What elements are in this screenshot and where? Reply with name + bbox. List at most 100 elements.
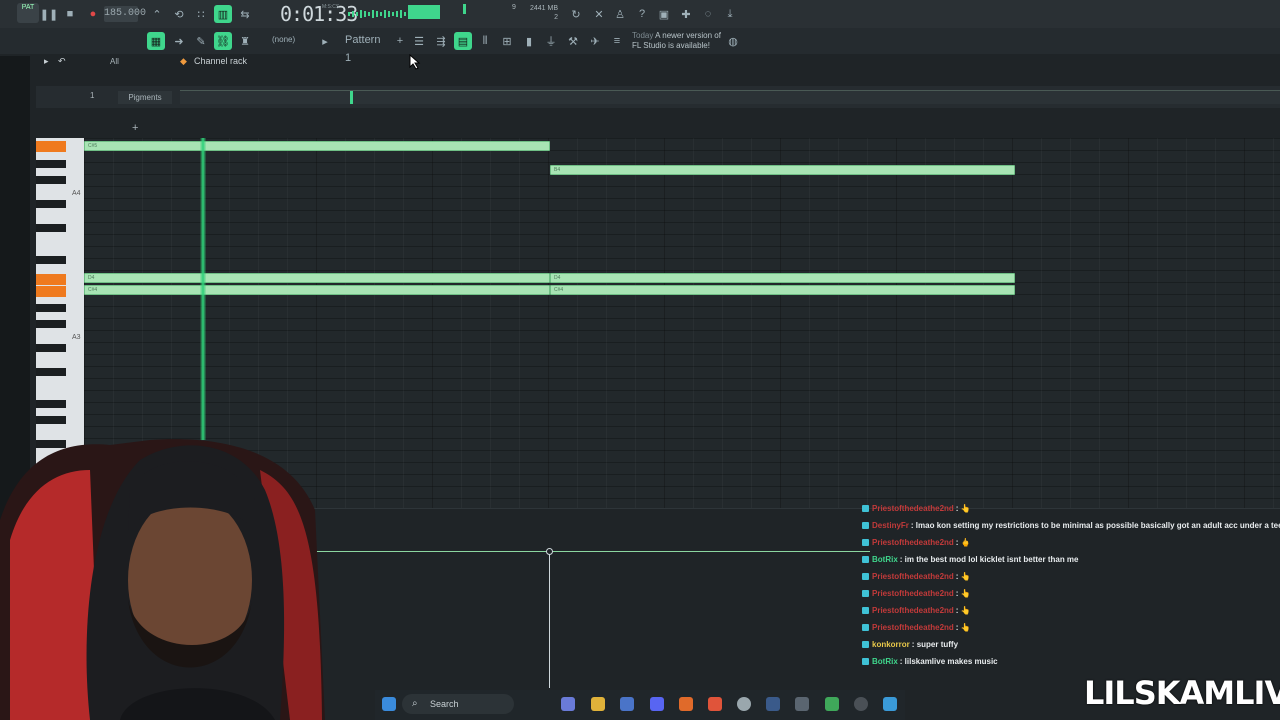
note[interactable]: B4	[550, 165, 1015, 175]
loop-record-icon[interactable]: ⟲	[170, 5, 188, 23]
windows-start-icon[interactable]	[382, 697, 396, 711]
fl-studio-window: PAT ❚❚ ■ ● 185.000 ⌃ ⟲ ∷ ▥ ⇆ 0:01:33 M:S…	[0, 0, 1280, 720]
chat-message: BotRix: lilskamlive makes music	[862, 653, 1280, 670]
browser-icon[interactable]: ⊞	[498, 32, 516, 50]
record-icon[interactable]: ●	[84, 5, 102, 23]
channel-rack-header: ▸ ↶ All ◆ Channel rack	[36, 56, 1280, 72]
speaker-icon: ◆	[180, 56, 187, 66]
metronome-icon[interactable]: ⌃	[148, 5, 166, 23]
layers-icon[interactable]	[825, 697, 839, 711]
chat-message: Priestofthedeathe2nd: 👆	[862, 619, 1280, 636]
chat-message: Priestofthedeathe2nd: 👆	[862, 602, 1280, 619]
play-small-icon[interactable]: ▸	[44, 56, 49, 67]
black-key[interactable]	[36, 320, 66, 328]
plugin-icon[interactable]: ⏚	[542, 32, 560, 50]
note[interactable]: D4	[550, 273, 1015, 283]
undo-icon[interactable]: ↶	[58, 56, 66, 67]
download-icon[interactable]: ⤓	[721, 5, 739, 23]
link-icon[interactable]: ⛓	[214, 32, 232, 50]
countdown-icon[interactable]: ⇆	[236, 5, 254, 23]
note[interactable]: C#4	[550, 285, 1015, 295]
step-edit-icon[interactable]: ∷	[192, 5, 210, 23]
black-key[interactable]	[36, 160, 66, 168]
play-icon[interactable]: ❚❚	[40, 5, 58, 23]
typing-keyboard-icon[interactable]: ▦	[147, 32, 165, 50]
note[interactable]: D4	[84, 273, 550, 283]
mixer-icon[interactable]: ⫴	[476, 32, 494, 50]
user-badge-icon	[862, 556, 869, 564]
user-badge-icon	[862, 505, 869, 513]
chat-icon[interactable]: ◌	[699, 5, 717, 23]
refresh-icon[interactable]: ↻	[567, 5, 585, 23]
edit-icon[interactable]	[883, 697, 897, 711]
channel-rack-title: Channel rack	[194, 56, 248, 66]
arrange-icon[interactable]: ⇶	[432, 32, 450, 50]
channel-rack-icon[interactable]: ▤	[454, 32, 472, 50]
taskbar-search[interactable]: ⌕ Search	[402, 694, 514, 714]
automation-point[interactable]	[546, 548, 553, 555]
4k-icon[interactable]	[854, 697, 868, 711]
black-key[interactable]	[36, 200, 66, 208]
note[interactable]: C#5	[84, 141, 550, 151]
clipboard-icon[interactable]: ▮	[520, 32, 538, 50]
microphone-icon[interactable]: ♙	[611, 5, 629, 23]
automation-line[interactable]	[290, 551, 870, 552]
black-key[interactable]	[36, 224, 66, 232]
file-explorer-icon[interactable]	[591, 697, 605, 711]
store-icon[interactable]	[620, 697, 634, 711]
tempo-display[interactable]: 185.000	[104, 6, 146, 22]
broadcast-icon[interactable]: ✈	[586, 32, 604, 50]
black-key[interactable]	[36, 416, 66, 424]
highlighted-key	[36, 286, 66, 297]
pattern-song-toggle[interactable]: PAT	[17, 3, 39, 23]
black-key[interactable]	[36, 176, 66, 184]
playhead[interactable]	[200, 138, 206, 440]
playlist-icon[interactable]: ☰	[410, 32, 428, 50]
hat-icon[interactable]: ♜	[236, 32, 254, 50]
add-channel-icon[interactable]: +	[132, 122, 138, 134]
copilot-icon[interactable]	[561, 697, 575, 711]
stop-icon[interactable]: ■	[61, 5, 79, 23]
news-panel[interactable]: Today A newer version of FL Studio is ava…	[632, 31, 721, 51]
user-badge-icon	[862, 658, 869, 666]
steam-icon[interactable]	[766, 697, 780, 711]
save-icon[interactable]: ▣	[655, 5, 673, 23]
fl-studio-icon[interactable]	[679, 697, 693, 711]
highlighted-key	[36, 141, 66, 152]
pattern-arrow-icon[interactable]: ▸	[316, 32, 334, 50]
discord-icon[interactable]	[650, 697, 664, 711]
midi-input-select[interactable]: (none)	[272, 35, 295, 44]
channel-filter[interactable]: All	[110, 57, 119, 66]
menu-icon[interactable]: ≡	[608, 32, 626, 50]
time-display[interactable]: 0:01:33	[280, 2, 358, 26]
help-icon[interactable]: ?	[633, 5, 651, 23]
chat-message: Priestofthedeathe2nd: 👆	[862, 500, 1280, 517]
memory-value: 2441 MB 2	[529, 5, 558, 21]
automation-marker[interactable]	[549, 551, 550, 688]
obs-icon[interactable]	[737, 697, 751, 711]
panic-icon[interactable]: ✕	[590, 5, 608, 23]
app-icon[interactable]	[795, 697, 809, 711]
channel-row[interactable]: 1 Pigments	[36, 86, 1280, 108]
channel-steps[interactable]	[180, 90, 1280, 104]
globe-icon[interactable]: ◍	[724, 32, 742, 50]
add-pattern-icon[interactable]: +	[391, 32, 409, 50]
pattern-selector[interactable]: Pattern 1	[345, 31, 389, 64]
stream-chat: Priestofthedeathe2nd: 👆 DestinyFr: lmao …	[862, 500, 1280, 670]
cpu-meter	[463, 4, 466, 14]
black-key[interactable]	[36, 400, 66, 408]
black-key[interactable]	[36, 344, 66, 352]
arrow-right-icon[interactable]: ➜	[170, 32, 188, 50]
black-key[interactable]	[36, 256, 66, 264]
channel-name-button[interactable]: Pigments	[118, 91, 172, 104]
black-key[interactable]	[36, 368, 66, 376]
key-label: A4	[72, 190, 81, 197]
note[interactable]: C#4	[84, 285, 550, 295]
tools-icon[interactable]: ⚒	[564, 32, 582, 50]
blend-notes-icon[interactable]: ▥	[214, 5, 232, 23]
chat-message: DestinyFr: lmao kon setting my restricti…	[862, 517, 1280, 534]
plugin-add-icon[interactable]: ✚	[677, 5, 695, 23]
brave-icon[interactable]	[708, 697, 722, 711]
black-key[interactable]	[36, 304, 66, 312]
pencil-icon[interactable]: ✎	[192, 32, 210, 50]
